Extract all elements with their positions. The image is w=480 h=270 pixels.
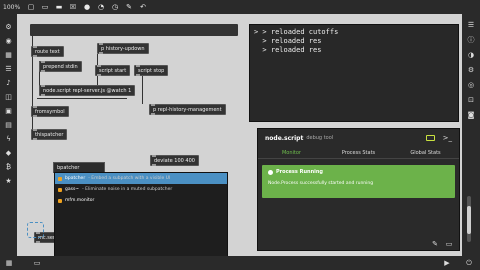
tab-process-stats[interactable]: Process Stats <box>325 150 392 156</box>
top-toolbar: 100% ▢ ▭ ▬ ☒ ● ◔ ◷ ✎ ↶ <box>0 0 480 14</box>
zoom-level[interactable]: 100% <box>0 4 26 11</box>
debug-title: node.script <box>265 134 304 142</box>
top-patch-object[interactable] <box>30 24 238 36</box>
deviate-object[interactable]: deviate 100 400 <box>150 155 199 166</box>
max-window: 100% ▢ ▭ ▬ ☒ ● ◔ ◷ ✎ ↶ ⚙ ◉ ▦ ☰ ♪ ◫ ▣ ▤ ϟ… <box>0 0 480 270</box>
object-icon <box>58 187 62 192</box>
camera-icon[interactable]: ◙ <box>466 110 476 120</box>
play-icon[interactable]: ▶ <box>442 258 452 268</box>
diamond-icon[interactable]: ◆ <box>4 148 14 158</box>
inspector-icon[interactable]: ⊡ <box>466 95 476 105</box>
paint-icon[interactable]: ✎ <box>124 2 134 12</box>
lock-icon[interactable]: ▢ <box>26 2 36 12</box>
gear-icon[interactable]: ⚙ <box>466 65 476 75</box>
repl-history-object[interactable]: p repl-history-management <box>149 104 226 115</box>
snap-icon[interactable]: ◎ <box>466 80 476 90</box>
route-text-object[interactable]: route text <box>31 46 64 57</box>
object-icon <box>58 176 62 181</box>
selection-outline <box>27 222 44 238</box>
media-icon[interactable]: ◉ <box>4 36 14 46</box>
settings-icon[interactable]: ⚙ <box>4 22 14 32</box>
thispatcher-object[interactable]: thispatcher <box>31 129 68 140</box>
right-sidebar: ☰ ⓘ ◑ ⚙ ◎ ⊡ ◙ <box>462 14 480 256</box>
edit-icon[interactable]: ✎ <box>431 240 439 248</box>
menu-icon[interactable]: ☰ <box>466 20 476 30</box>
console-line: > reloaded res <box>254 46 322 54</box>
status-message: Node.Process successfully started and ru… <box>268 181 374 186</box>
dial-icon[interactable]: ◔ <box>96 2 106 12</box>
autocomplete-item[interactable]: gass~ - Eliminate noise in a muted subpa… <box>55 184 227 195</box>
message-icon[interactable] <box>425 135 435 141</box>
patch-canvas[interactable]: route text p history-updown prepend stdi… <box>17 14 462 256</box>
list-icon[interactable]: ☰ <box>4 64 14 74</box>
tab-global-stats[interactable]: Global Stats <box>392 150 459 156</box>
new-object-icon[interactable]: ▭ <box>40 2 50 12</box>
toggle-icon[interactable]: ☒ <box>68 2 78 12</box>
patch-cord <box>142 76 143 104</box>
grid-toggle-icon[interactable]: ▦ <box>4 258 14 268</box>
status-title: Process Running <box>268 169 449 175</box>
object-icon <box>58 198 62 203</box>
check-icon <box>268 169 273 175</box>
folder-icon[interactable]: ▭ <box>445 240 453 248</box>
history-updown-object[interactable]: p history-updown <box>97 43 149 54</box>
terminal-icon[interactable]: >_ <box>443 134 452 142</box>
bottom-bar: ▦ ▭ ▶ ⏻ <box>0 256 480 270</box>
left-sidebar: ⚙ ◉ ▦ ☰ ♪ ◫ ▣ ▤ ϟ ◆ ₿ ★ <box>0 14 17 256</box>
tab-monitor[interactable]: Monitor <box>258 150 325 156</box>
button-icon[interactable]: ● <box>82 2 92 12</box>
lightning-icon[interactable]: ϟ <box>4 134 14 144</box>
autocomplete-item[interactable]: mfm.monitor <box>55 195 227 206</box>
message-box-icon[interactable]: ▬ <box>54 2 64 12</box>
prepend-stdin-object[interactable]: prepend stdin <box>39 61 82 72</box>
info-icon[interactable]: ⓘ <box>466 35 476 45</box>
status-box: Process Running Node.Process successfull… <box>262 165 455 198</box>
autocomplete-item[interactable]: bpatcher - Embed a subpatch with a visib… <box>55 173 227 184</box>
table-icon[interactable]: ▤ <box>4 120 14 130</box>
fromsymbol-object[interactable]: fromsymbol <box>31 106 69 117</box>
star-icon[interactable]: ★ <box>4 176 14 186</box>
box-icon[interactable]: ◫ <box>4 92 14 102</box>
autocomplete-popup: bpatcher - Embed a subpatch with a visib… <box>54 172 228 256</box>
script-start-object[interactable]: script start <box>95 65 131 76</box>
node-script-object[interactable]: node.script repl-server.js @watch 1 <box>39 85 136 96</box>
undo-icon[interactable]: ↶ <box>138 2 148 12</box>
debug-footer: ✎ ▭ <box>258 238 459 250</box>
debug-header: node.script debug tool >_ <box>258 129 459 147</box>
music-icon[interactable]: ♪ <box>4 78 14 88</box>
console-line: > reloaded res <box>254 37 322 45</box>
script-stop-object[interactable]: script stop <box>134 65 169 76</box>
grid-icon[interactable]: ▦ <box>4 50 14 60</box>
debug-subtitle: debug tool <box>306 135 334 141</box>
bitcoin-icon[interactable]: ₿ <box>4 162 14 172</box>
zoom-slider-thumb[interactable] <box>467 206 471 234</box>
image-icon[interactable]: ▣ <box>4 106 14 116</box>
console-output: > > reloaded cutoffs > reloaded res > re… <box>249 24 459 122</box>
record-icon[interactable]: ⏻ <box>464 258 474 268</box>
console-line: > > reloaded cutoffs <box>254 28 339 36</box>
clock-icon[interactable]: ◷ <box>110 2 120 12</box>
presentation-icon[interactable]: ▭ <box>32 258 42 268</box>
zoom-slider[interactable] <box>467 196 471 242</box>
debug-tabs: Monitor Process Stats Global Stats <box>258 147 459 159</box>
circle-icon[interactable]: ◑ <box>466 50 476 60</box>
debug-panel: node.script debug tool >_ Monitor Proces… <box>257 128 460 251</box>
patch-cord <box>37 98 127 99</box>
